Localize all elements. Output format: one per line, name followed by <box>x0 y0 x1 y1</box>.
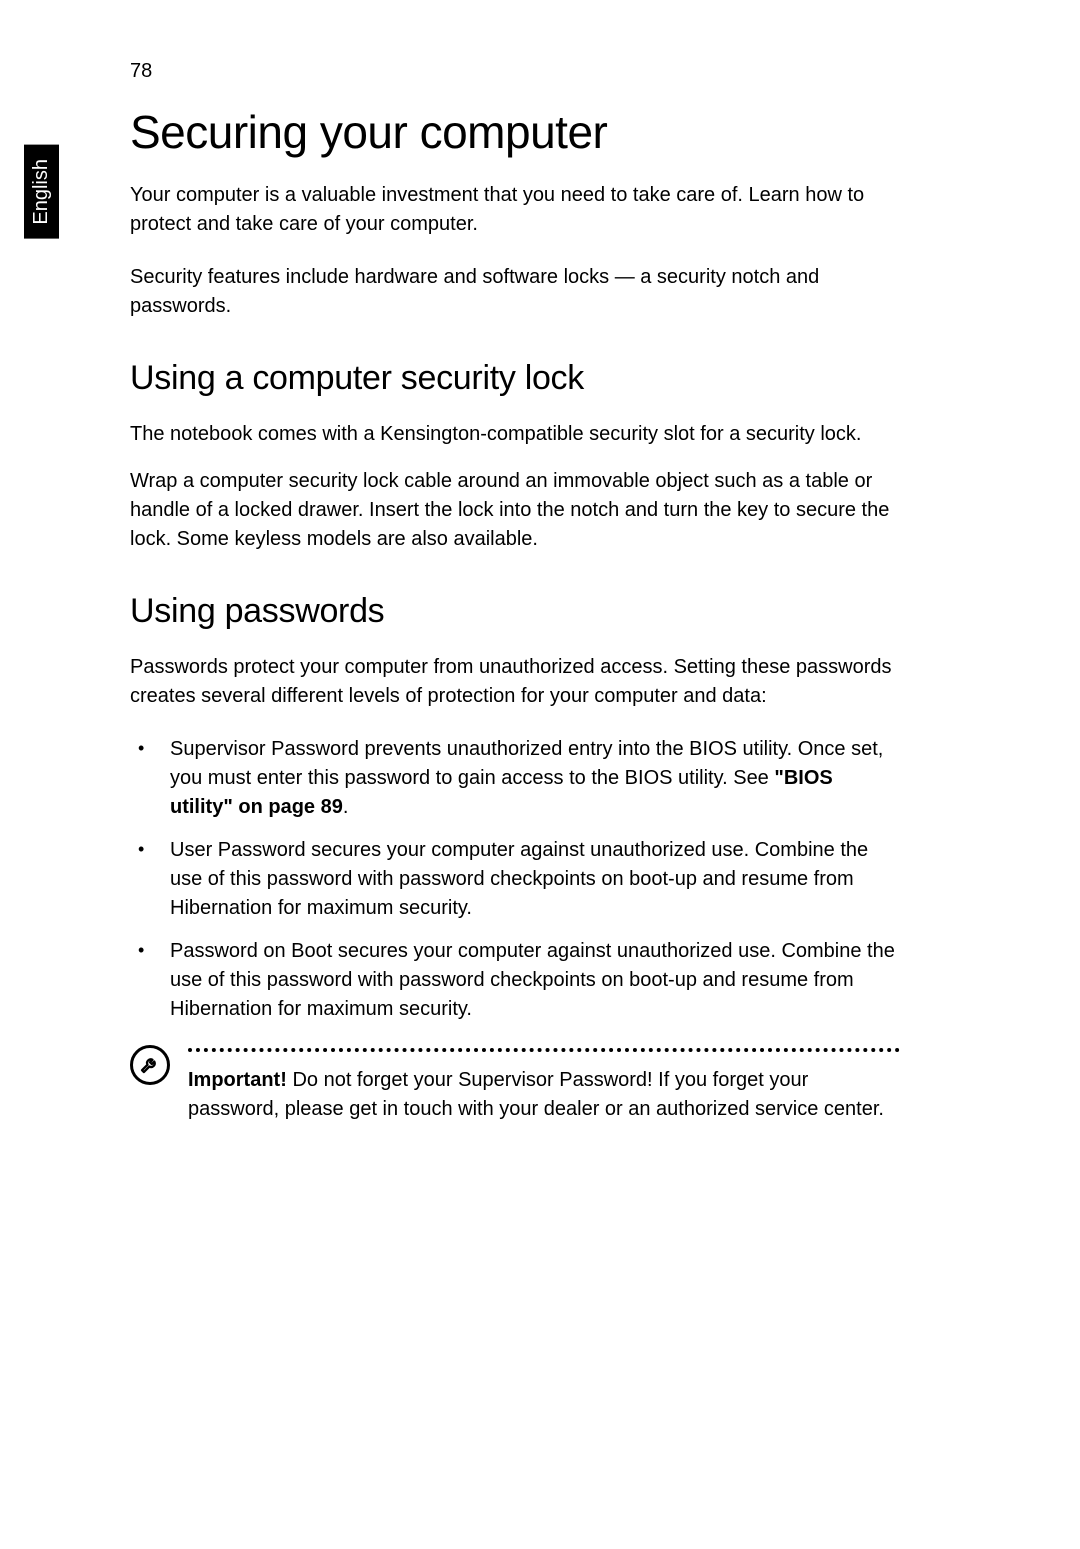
section-heading-security-lock: Using a computer security lock <box>130 359 900 398</box>
intro-paragraph-1: Your computer is a valuable investment t… <box>130 181 900 239</box>
page-content: Securing your computer Your computer is … <box>130 105 900 1124</box>
note-label: Important! <box>188 1069 287 1091</box>
list-item: Supervisor Password prevents unauthorize… <box>130 735 900 822</box>
passwords-bullet-list: Supervisor Password prevents unauthorize… <box>130 735 900 1024</box>
important-note-block: Important! Do not forget your Supervisor… <box>130 1048 900 1124</box>
list-item: User Password secures your computer agai… <box>130 836 900 923</box>
passwords-intro: Passwords protect your computer from una… <box>130 653 900 711</box>
note-content: Important! Do not forget your Supervisor… <box>188 1048 900 1124</box>
page-number: 78 <box>130 60 152 83</box>
security-lock-p1: The notebook comes with a Kensington-com… <box>130 420 900 449</box>
note-body: Do not forget your Supervisor Password! … <box>188 1069 884 1120</box>
wrench-icon <box>130 1045 170 1085</box>
language-tab: English <box>24 145 59 239</box>
intro-paragraph-2: Security features include hardware and s… <box>130 263 900 321</box>
bullet-text: Password on Boot secures your computer a… <box>170 940 895 1020</box>
note-text: Important! Do not forget your Supervisor… <box>188 1066 900 1124</box>
bullet-text: User Password secures your computer agai… <box>170 839 868 919</box>
page-title: Securing your computer <box>130 105 900 159</box>
security-lock-p2: Wrap a computer security lock cable arou… <box>130 467 900 554</box>
bullet-text-post: . <box>343 796 349 818</box>
list-item: Password on Boot secures your computer a… <box>130 937 900 1024</box>
dotted-separator <box>188 1048 900 1052</box>
section-heading-passwords: Using passwords <box>130 592 900 631</box>
